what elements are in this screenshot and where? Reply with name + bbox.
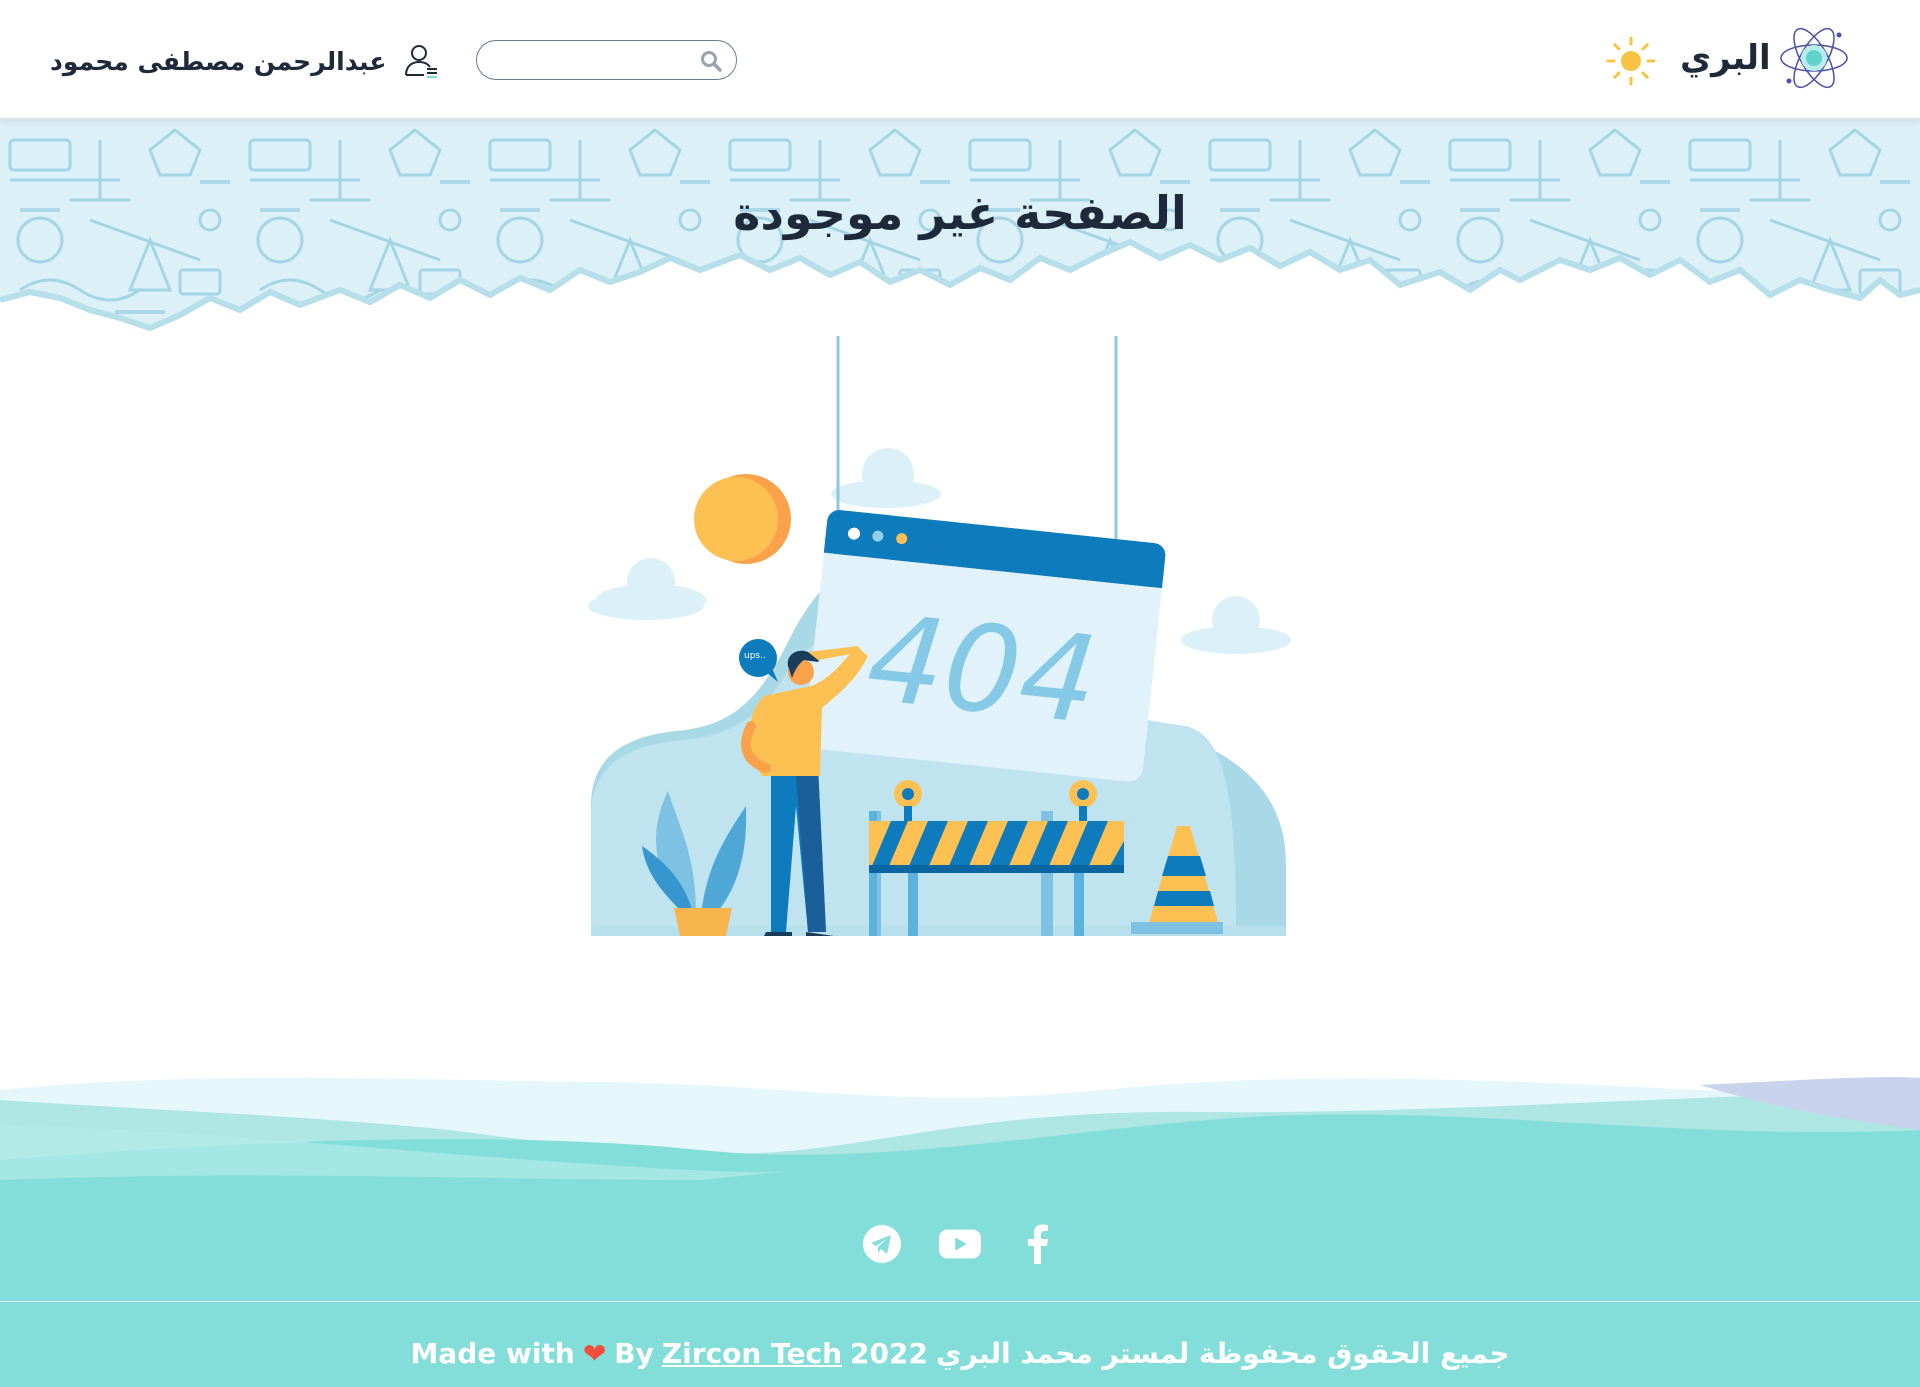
search-input[interactable] (491, 43, 701, 77)
made-with-label: Made with (410, 1336, 575, 1370)
error-code: 404 (861, 589, 1103, 751)
copyright-text: جميع الحقوق محفوظة لمستر محمد البري (935, 1336, 1510, 1370)
by-label: By (614, 1336, 654, 1370)
footer-credits: Made with ❤ By Zircon Tech 2022 جميع الح… (0, 1328, 1920, 1378)
page-title: الصفحة غير موجودة (733, 186, 1187, 240)
telegram-icon[interactable] (862, 1224, 902, 1264)
brand-name: البري (1680, 38, 1771, 78)
atom-logo-icon (1779, 27, 1848, 89)
page: عبدالرحمن مصطفى محمود البري الصفحة غير م… (0, 0, 1920, 1387)
youtube-icon[interactable] (938, 1226, 982, 1262)
facebook-icon[interactable] (1024, 1224, 1052, 1264)
search-icon[interactable] (700, 50, 722, 72)
user-menu[interactable]: عبدالرحمن مصطفى محمود (50, 38, 440, 84)
user-icon[interactable] (402, 42, 440, 80)
telegram-link[interactable] (860, 1222, 904, 1266)
header: عبدالرحمن مصطفى محمود البري (0, 0, 1920, 120)
heart-icon: ❤ (582, 1336, 607, 1370)
footer-divider (0, 1301, 1920, 1302)
copyright-year: 2022 (850, 1336, 928, 1370)
cloud-icon (588, 558, 706, 620)
youtube-link[interactable] (938, 1222, 982, 1266)
social-links (0, 1222, 1920, 1266)
sun-icon[interactable] (1606, 36, 1656, 86)
user-name[interactable]: عبدالرحمن مصطفى محمود (50, 47, 386, 76)
facebook-link[interactable] (1016, 1222, 1060, 1266)
speech-bubble-text: ups.. (744, 651, 766, 661)
not-found-illustration: 404 (588, 336, 1291, 936)
brand-link[interactable]: البري (1680, 22, 1851, 94)
search-box (476, 40, 737, 80)
company-link[interactable]: Zircon Tech (662, 1337, 842, 1370)
